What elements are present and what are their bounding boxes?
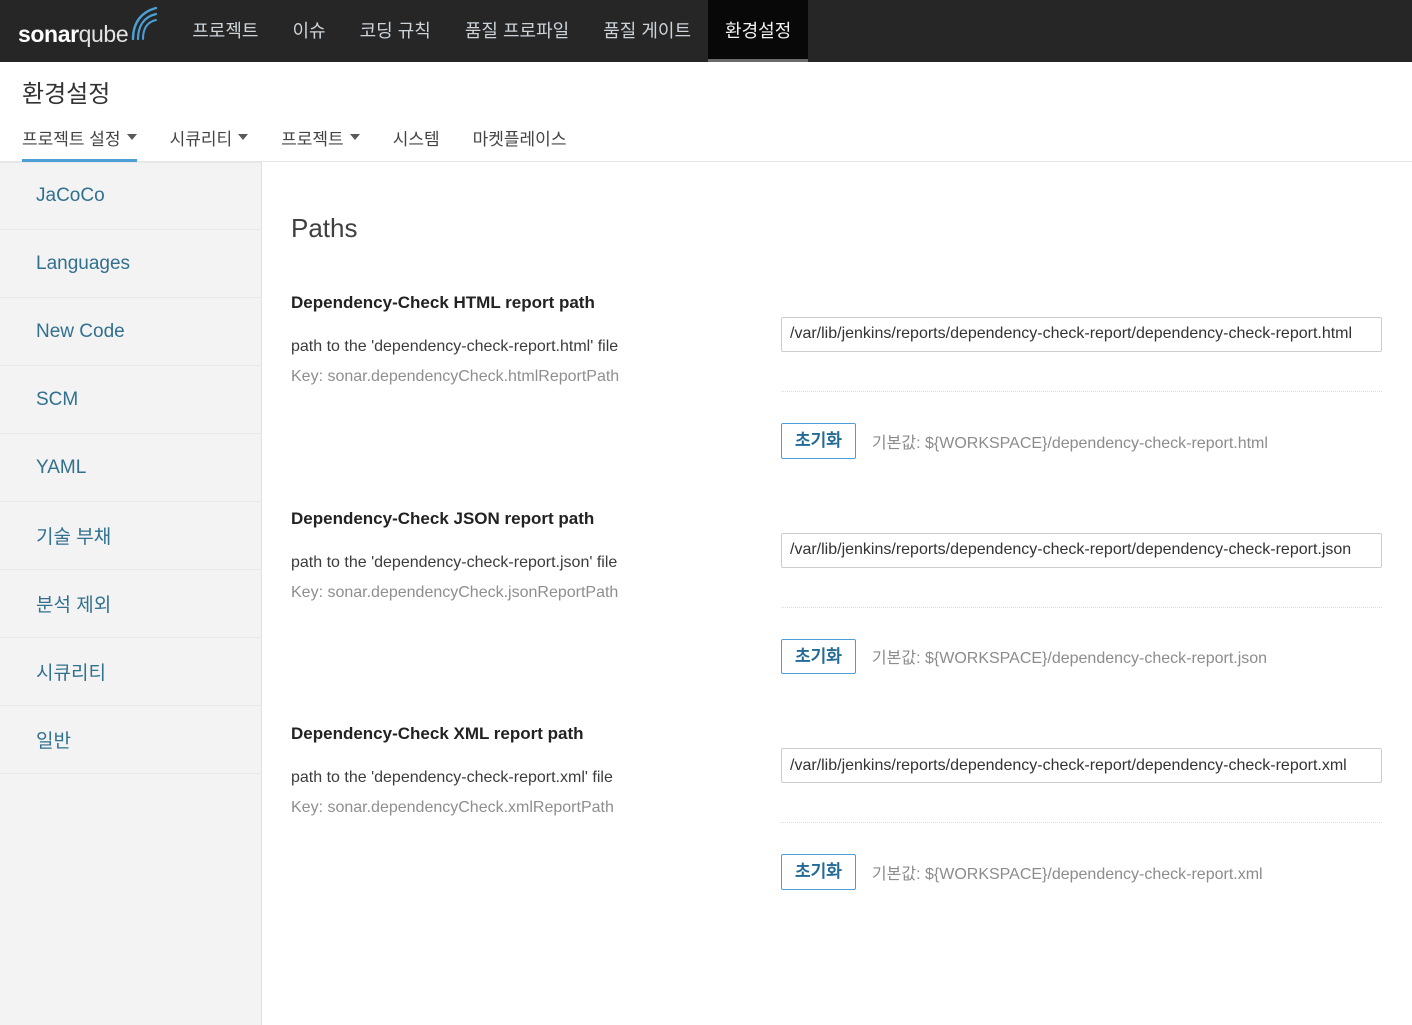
- setting-key: Key: sonar.dependencyCheck.jsonReportPat…: [291, 583, 619, 601]
- setting-row: Dependency-Check JSON report path path t…: [291, 509, 1386, 675]
- html-report-path-input[interactable]: [781, 316, 1382, 352]
- tab-label: 시스템: [392, 130, 440, 150]
- setting-description: path to the 'dependency-check-report.xml…: [291, 769, 613, 787]
- tab-label: 마켓플레이스: [472, 130, 567, 150]
- default-value-text: 기본값: ${WORKSPACE}/dependency-check-repor…: [871, 650, 1268, 668]
- divider: [781, 606, 1382, 608]
- tab-label: 프로젝트: [281, 130, 344, 150]
- setting-value-column: 초기화 기본값: ${WORKSPACE}/dependency-check-r…: [781, 724, 1386, 890]
- chevron-down-icon: [349, 134, 360, 141]
- sidebar-item-scm[interactable]: SCM: [0, 366, 261, 435]
- nav-item-label: 프로젝트: [192, 20, 259, 41]
- setting-row: Dependency-Check HTML report path path t…: [291, 293, 1386, 459]
- tab-label: 시큐리티: [169, 130, 233, 150]
- sidebar-item-label: YAML: [36, 456, 87, 478]
- page-title: 환경설정: [22, 81, 111, 108]
- setting-description: path to the 'dependency-check-report.htm…: [291, 338, 619, 356]
- logo-bold-text: sonar: [18, 21, 79, 47]
- nav-item-projects[interactable]: 프로젝트: [175, 0, 275, 62]
- reset-row: 초기화 기본값: ${WORKSPACE}/dependency-check-r…: [781, 638, 1386, 675]
- sidebar-item-label: 분석 제외: [36, 595, 112, 617]
- sidebar-item-analysis-scope[interactable]: 분석 제외: [0, 570, 261, 639]
- nav-item-quality-gates[interactable]: 품질 게이트: [586, 0, 708, 62]
- setting-description: path to the 'dependency-check-report.jso…: [291, 553, 618, 571]
- nav-item-label: 코딩 규칙: [359, 20, 431, 41]
- reset-button[interactable]: 초기화: [781, 638, 856, 675]
- nav-item-quality-profiles[interactable]: 품질 프로파일: [448, 0, 586, 62]
- sidebar-item-label: Languages: [36, 252, 131, 274]
- sidebar-item-label: SCM: [36, 388, 79, 410]
- sidebar-item-label: 기술 부채: [36, 527, 112, 549]
- tab-system[interactable]: 시스템: [393, 125, 440, 162]
- sidebar-item-label: 일반: [36, 731, 71, 753]
- nav-item-rules[interactable]: 코딩 규칙: [343, 0, 448, 62]
- sidebar-item-label: New Code: [36, 320, 125, 342]
- nav-item-label: 품질 프로파일: [464, 20, 570, 41]
- tab-projects[interactable]: 프로젝트: [281, 125, 360, 162]
- nav-item-label: 이슈: [292, 20, 326, 41]
- sonarqube-logo[interactable]: sonarqube: [0, 0, 175, 62]
- setting-name: Dependency-Check XML report path: [291, 724, 584, 744]
- setting-name: Dependency-Check JSON report path: [291, 508, 595, 528]
- default-value-text: 기본값: ${WORKSPACE}/dependency-check-repor…: [871, 434, 1268, 452]
- setting-row: Dependency-Check XML report path path to…: [291, 724, 1386, 890]
- divider: [781, 822, 1382, 824]
- sidebar-item-general[interactable]: 일반: [0, 706, 261, 775]
- reset-button[interactable]: 초기화: [781, 422, 856, 459]
- settings-content: Paths Dependency-Check HTML report path …: [262, 162, 1412, 1025]
- setting-key: Key: sonar.dependencyCheck.htmlReportPat…: [291, 368, 620, 386]
- reset-row: 초기화 기본값: ${WORKSPACE}/dependency-check-r…: [781, 422, 1386, 459]
- setting-name: Dependency-Check HTML report path: [291, 292, 595, 312]
- reset-row: 초기화 기본값: ${WORKSPACE}/dependency-check-r…: [781, 854, 1386, 890]
- section-title: Paths: [291, 213, 358, 244]
- nav-item-issues[interactable]: 이슈: [275, 0, 342, 62]
- setting-description-column: Dependency-Check JSON report path path t…: [291, 509, 781, 675]
- sidebar-item-technical-debt[interactable]: 기술 부채: [0, 502, 261, 571]
- sidebar-item-label: 시큐리티: [36, 663, 106, 685]
- settings-sub-navbar: 프로젝트 설정 시큐리티 프로젝트 시스템 마켓플레이스: [0, 125, 1412, 163]
- tab-label: 프로젝트 설정: [22, 130, 121, 150]
- tab-security[interactable]: 시큐리티: [170, 125, 249, 162]
- nav-item-label: 품질 게이트: [603, 20, 692, 41]
- page-body: JaCoCo Languages New Code SCM YAML 기술 부채…: [0, 162, 1412, 1025]
- sidebar-item-label: JaCoCo: [36, 185, 105, 207]
- nav-item-administration[interactable]: 환경설정: [708, 0, 809, 62]
- setting-value-column: 초기화 기본값: ${WORKSPACE}/dependency-check-r…: [781, 509, 1386, 675]
- sidebar-item-new-code[interactable]: New Code: [0, 298, 261, 367]
- sidebar-item-security[interactable]: 시큐리티: [0, 638, 261, 707]
- sidebar-item-languages[interactable]: Languages: [0, 230, 261, 299]
- global-navbar: sonarqube 프로젝트 이슈 코딩 규칙 품질 프로파일 품질 게이트 환…: [0, 0, 1412, 62]
- setting-value-column: 초기화 기본값: ${WORKSPACE}/dependency-check-r…: [781, 293, 1386, 459]
- sidebar-item-yaml[interactable]: YAML: [0, 434, 261, 503]
- sidebar-item-jacoco[interactable]: JaCoCo: [0, 162, 261, 231]
- json-report-path-input[interactable]: [781, 532, 1382, 568]
- reset-button[interactable]: 초기화: [781, 854, 856, 890]
- nav-item-label: 환경설정: [725, 20, 792, 41]
- chevron-down-icon: [126, 134, 137, 141]
- xml-report-path-input[interactable]: [781, 748, 1382, 784]
- global-nav-items: 프로젝트 이슈 코딩 규칙 품질 프로파일 품질 게이트 환경설정: [175, 0, 809, 62]
- setting-key: Key: sonar.dependencyCheck.xmlReportPath: [291, 799, 614, 817]
- divider: [781, 390, 1382, 392]
- page-header: 환경설정: [0, 62, 1412, 109]
- default-value-text: 기본값: ${WORKSPACE}/dependency-check-repor…: [871, 865, 1263, 883]
- tab-project-settings[interactable]: 프로젝트 설정: [22, 125, 137, 163]
- tab-marketplace[interactable]: 마켓플레이스: [473, 125, 567, 162]
- sonarqube-arcs-icon: [129, 6, 159, 45]
- setting-description-column: Dependency-Check HTML report path path t…: [291, 293, 781, 459]
- settings-category-sidebar: JaCoCo Languages New Code SCM YAML 기술 부채…: [0, 162, 262, 1025]
- logo-light-text: qube: [78, 21, 129, 47]
- chevron-down-icon: [238, 134, 249, 141]
- setting-description-column: Dependency-Check XML report path path to…: [291, 724, 781, 890]
